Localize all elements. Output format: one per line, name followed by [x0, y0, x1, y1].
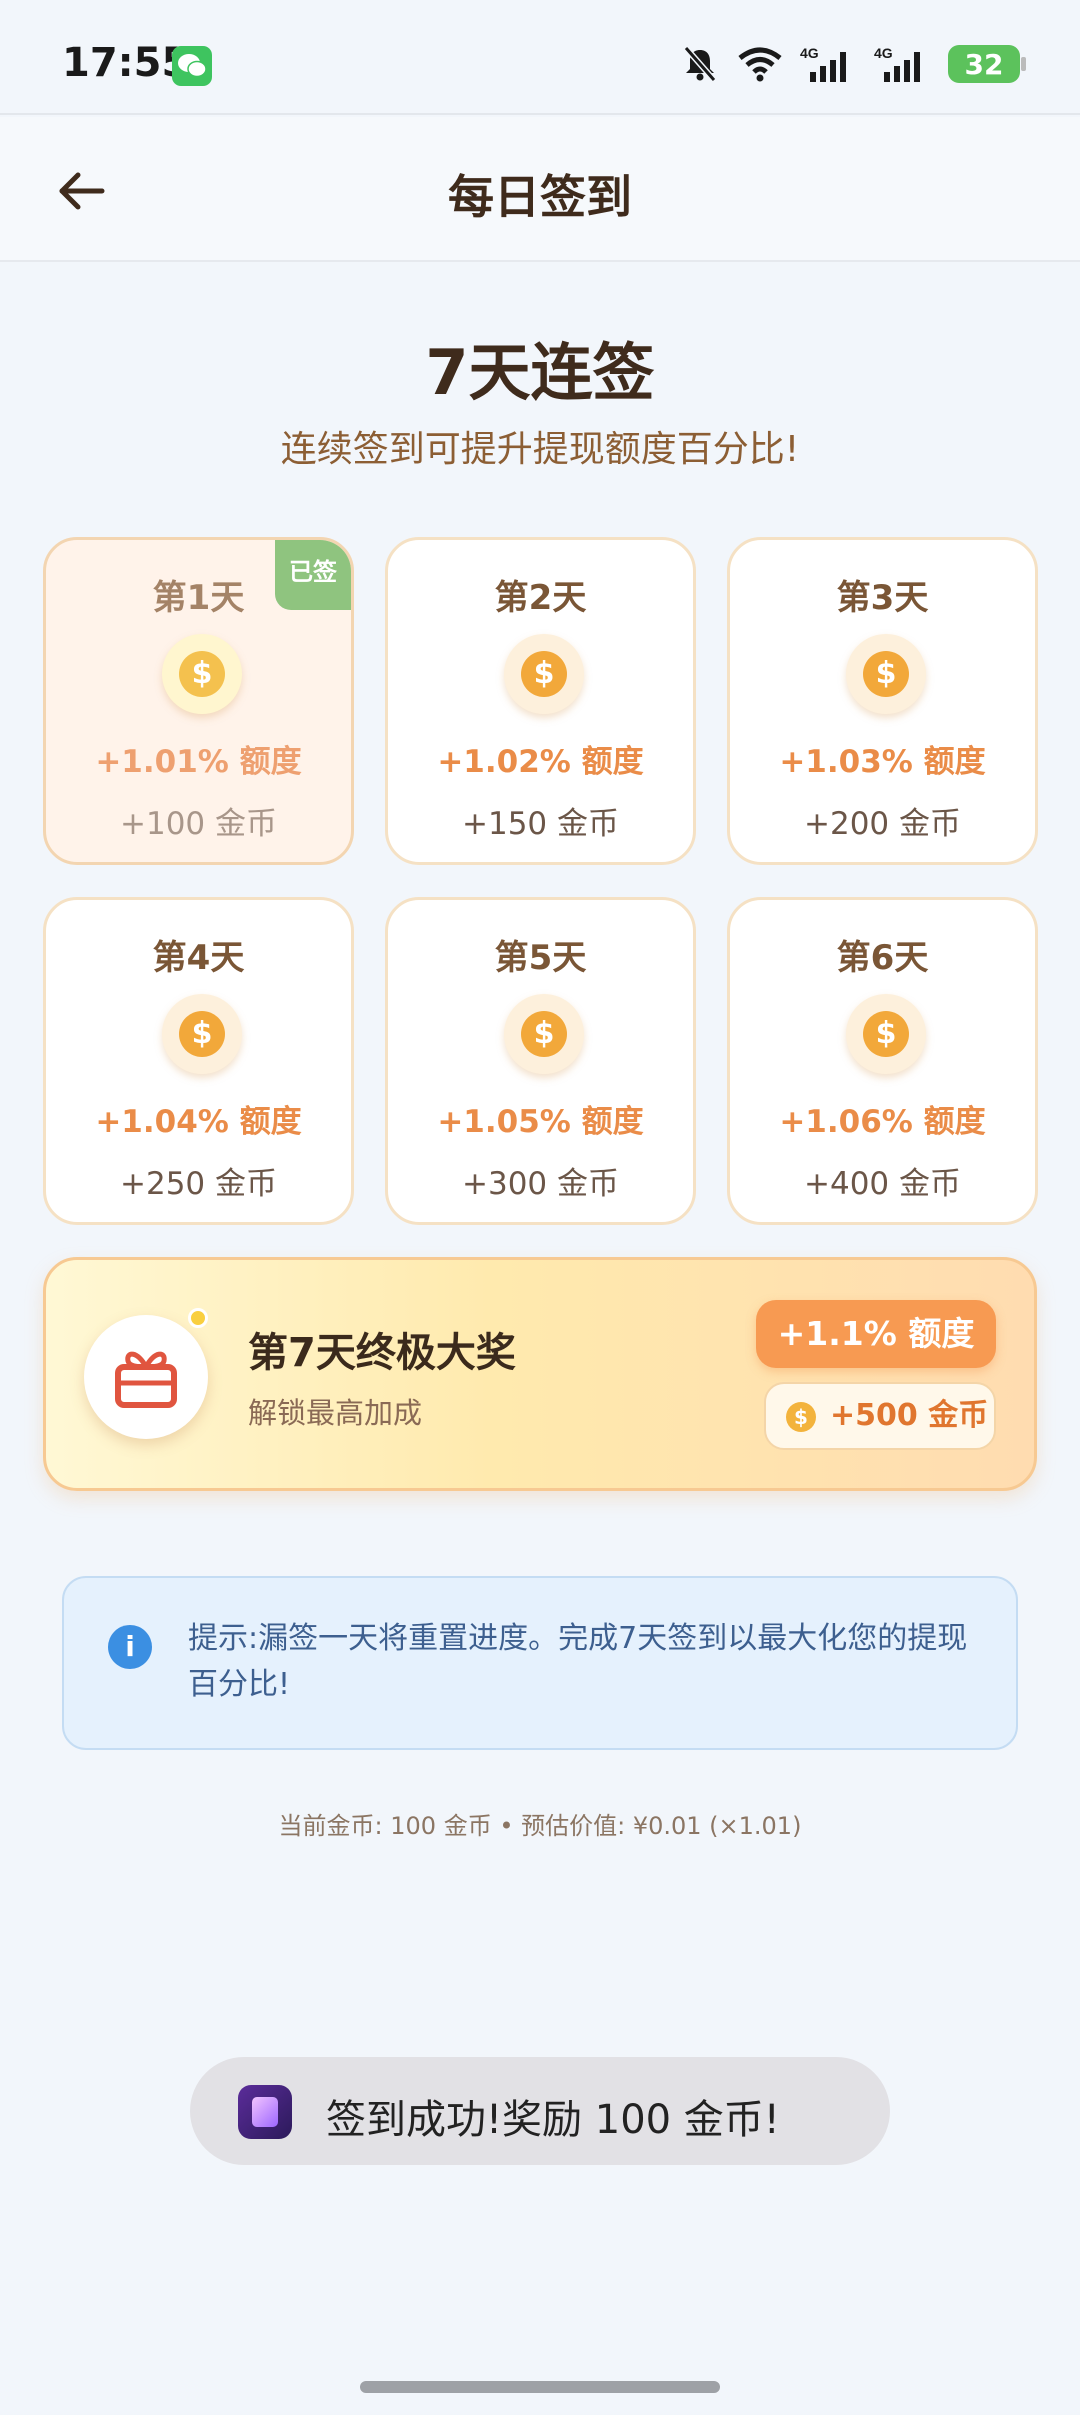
day-rate: +1.04% 额度 — [95, 1104, 302, 1140]
tip-text: 提示:漏签一天将重置进度。完成7天签到以最大化您的提现百分比! — [188, 1621, 968, 1702]
day-rate: +1.02% 额度 — [437, 744, 644, 780]
coin-icon: $ — [504, 994, 584, 1074]
info-icon: i — [108, 1625, 152, 1669]
day-coins: +300 金币 — [462, 1166, 619, 1202]
grand-prize-coins-badge: $ +500 金币 — [764, 1382, 996, 1450]
tip-box: i 提示:漏签一天将重置进度。完成7天签到以最大化您的提现百分比! — [62, 1576, 1018, 1750]
coin-icon: $ — [162, 634, 242, 714]
day-label: 第4天 — [152, 938, 245, 978]
toast-message: 签到成功!奖励 100 金币! — [190, 2057, 890, 2165]
grand-prize-title: 第7天终极大奖 — [248, 1330, 516, 1376]
day-coins: +400 金币 — [804, 1166, 961, 1202]
day-label: 第5天 — [494, 938, 587, 978]
current-coins-info: 当前金币: 100 金币 • 预估价值: ¥0.01 (×1.01) — [278, 1812, 802, 1840]
day-card-5[interactable]: 第5天 $ +1.05% 额度 +300 金币 — [385, 897, 696, 1225]
signed-badge: 已签 — [275, 540, 351, 610]
day-card-4[interactable]: 第4天 $ +1.04% 额度 +250 金币 — [43, 897, 354, 1225]
mute-bell-icon — [683, 46, 717, 82]
day-card-2[interactable]: 第2天 $ +1.02% 额度 +150 金币 — [385, 537, 696, 865]
home-indicator[interactable] — [360, 2381, 720, 2393]
toast-text: 签到成功!奖励 100 金币! — [326, 2097, 780, 2143]
gift-icon — [84, 1315, 208, 1439]
day-rate: +1.05% 额度 — [437, 1104, 644, 1140]
battery-indicator: 32 — [948, 45, 1026, 83]
signal-4g-icon-2: 4G — [874, 45, 920, 82]
app-header: 每日签到 — [0, 117, 1080, 262]
coin-icon: $ — [504, 634, 584, 714]
day-card-3[interactable]: 第3天 $ +1.03% 额度 +200 金币 — [727, 537, 1038, 865]
day-label: 第3天 — [836, 578, 929, 618]
coin-icon: $ — [846, 994, 926, 1074]
wifi-icon — [738, 47, 782, 82]
day-rate: +1.06% 额度 — [779, 1104, 986, 1140]
svg-text:4G: 4G — [874, 45, 893, 61]
day-card-1[interactable]: 第1天 $ +1.01% 额度 +100 金币 已签 — [43, 537, 354, 865]
streak-subtitle: 连续签到可提升提现额度百分比! — [280, 429, 800, 470]
day-label: 第2天 — [494, 578, 587, 618]
streak-title: 7天连签 — [425, 336, 655, 409]
app-icon — [238, 2085, 292, 2139]
day-7-grand-prize-card[interactable]: 第7天终极大奖 解锁最高加成 +1.1% 额度 $ +500 金币 — [43, 1257, 1037, 1491]
svg-text:4G: 4G — [800, 45, 819, 61]
grand-prize-coins: +500 金币 — [830, 1398, 989, 1433]
signal-4g-icon-1: 4G — [800, 45, 846, 82]
day-coins: +250 金币 — [120, 1166, 277, 1202]
day-rate: +1.01% 额度 — [95, 744, 302, 780]
day-coins: +150 金币 — [462, 806, 619, 842]
coin-icon: $ — [846, 634, 926, 714]
clock: 17:55 — [62, 40, 190, 86]
notification-dot — [188, 1308, 208, 1328]
grand-prize-rate-badge: +1.1% 额度 — [756, 1300, 996, 1368]
status-icons: 4G 4G 32 — [680, 42, 1026, 86]
day-label: 第6天 — [836, 938, 929, 978]
grand-prize-subtitle: 解锁最高加成 — [248, 1396, 423, 1430]
page-title: 每日签到 — [448, 170, 632, 224]
day-coins: +100 金币 — [120, 806, 277, 842]
day-coins: +200 金币 — [804, 806, 961, 842]
coin-icon: $ — [786, 1402, 816, 1432]
day-card-6[interactable]: 第6天 $ +1.06% 额度 +400 金币 — [727, 897, 1038, 1225]
status-bar: 17:55 4G 4G 32 — [0, 0, 1080, 115]
wechat-notification-icon — [172, 46, 212, 86]
coin-icon: $ — [162, 994, 242, 1074]
day-rate: +1.03% 额度 — [779, 744, 986, 780]
battery-level: 32 — [964, 47, 1004, 81]
